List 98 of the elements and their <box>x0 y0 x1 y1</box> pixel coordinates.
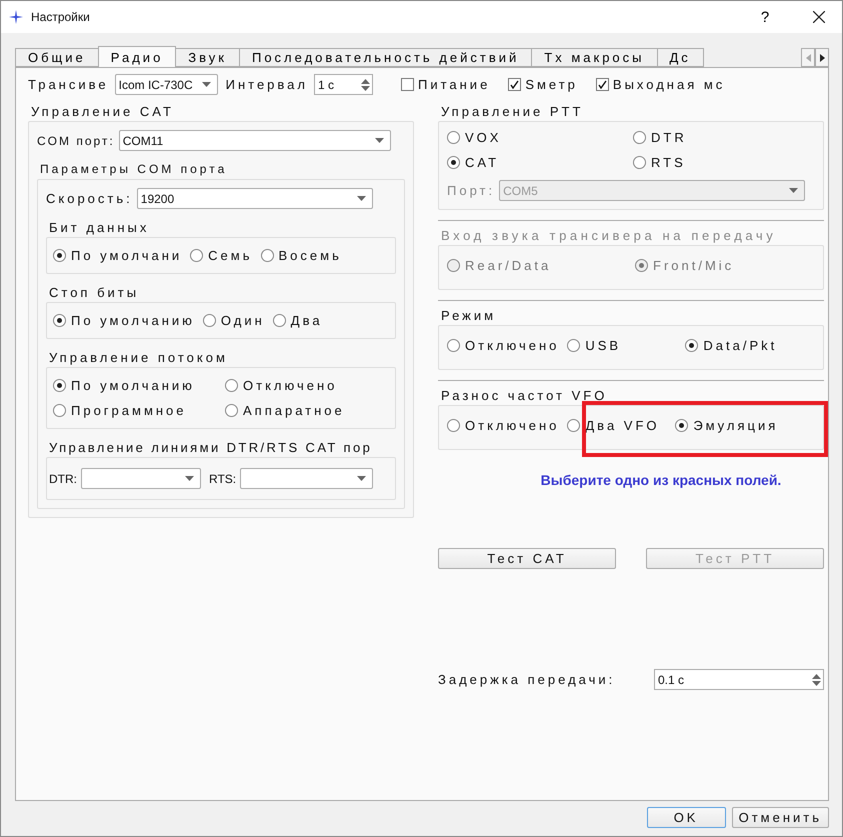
radio-label: DTR <box>651 130 687 145</box>
checkbox-label: Питание <box>418 77 490 92</box>
checkbox-label: Sметр <box>525 77 578 92</box>
radio-button[interactable] <box>272 314 286 327</box>
delay-label: Задержка передачи: <box>438 672 616 687</box>
speed-dropdown[interactable]: 19200 <box>136 188 373 209</box>
window-title: Настройки <box>31 10 91 24</box>
radio-label: По умолчани <box>71 248 182 263</box>
speed-label: Скорость: <box>46 191 133 206</box>
radio-label: Front/Mic <box>653 258 734 273</box>
checkbox[interactable] <box>508 78 522 91</box>
group-title: Вход звука трансивера на передачу <box>440 226 778 245</box>
close-icon <box>813 11 825 23</box>
radio-label: Восемь <box>278 248 342 263</box>
radio-button[interactable] <box>447 131 460 144</box>
tab[interactable]: Tx макросы <box>531 48 658 67</box>
group-title: Бит данных <box>48 218 150 237</box>
radio-label: RTS <box>651 155 686 170</box>
radio-label: CAT <box>465 155 500 170</box>
radio-label: Отключено <box>465 418 560 433</box>
radio-label: По умолчанию <box>71 313 195 328</box>
radio-label: Аппаратное <box>243 403 345 418</box>
checkbox[interactable] <box>596 78 609 91</box>
left-arrow-icon <box>806 54 810 62</box>
dialog-button[interactable]: OK <box>646 807 726 828</box>
radio-button[interactable] <box>633 156 646 169</box>
star-icon <box>9 10 23 24</box>
transceiver-label: Трансиве <box>28 77 109 92</box>
group-title: Разнос частот VFO <box>440 386 608 404</box>
tab[interactable]: Звук <box>175 48 240 67</box>
dtr-label: DTR: <box>49 472 77 486</box>
com-port-dropdown[interactable]: COM11 <box>118 130 391 151</box>
tab[interactable]: Общие <box>15 48 99 67</box>
radio-button[interactable] <box>225 379 238 392</box>
radio-button[interactable] <box>53 249 66 262</box>
rts-label: RTS: <box>209 472 236 486</box>
test-button[interactable]: Тест CAT <box>438 548 616 569</box>
delay-spinbox[interactable]: 0.1 с <box>654 669 824 690</box>
radio-label: Семь <box>208 248 253 263</box>
radio-label: Один <box>220 313 265 328</box>
right-arrow-icon <box>820 54 824 62</box>
tab[interactable]: Дс <box>656 48 704 67</box>
dtr-dropdown[interactable] <box>81 468 201 489</box>
port-label: Порт: <box>447 183 496 198</box>
dropdown-arrow-icon <box>356 196 366 201</box>
group-title: Управление CAT <box>30 102 175 121</box>
radio-button[interactable] <box>685 339 698 352</box>
radio-button[interactable] <box>225 404 238 417</box>
radio-label: По умолчанию <box>71 378 195 393</box>
interval-label: Интервал <box>226 77 308 92</box>
radio-label: Отключено <box>243 378 338 393</box>
dropdown-arrow-icon <box>789 188 798 193</box>
group-title: Управление PTT <box>440 102 584 121</box>
radio-label: Два <box>290 313 323 328</box>
rts-dropdown[interactable] <box>240 468 374 489</box>
radio-button[interactable] <box>633 131 646 144</box>
interval-spinbox[interactable]: 1 с <box>314 74 373 95</box>
group-title: Управление потоком <box>48 348 229 367</box>
spinner-arrows-icon[interactable] <box>360 78 370 92</box>
dropdown-arrow-icon <box>374 138 384 143</box>
help-button[interactable]: ? <box>742 1 788 33</box>
radio-button[interactable] <box>567 339 580 352</box>
checkbox-label: Выходная мс <box>612 77 726 92</box>
radio-label: Программное <box>71 403 187 418</box>
radio-label: Два VFO <box>585 418 660 433</box>
radio-label: Data/Pkt <box>703 338 778 353</box>
radio-label: Rear/Data <box>465 258 552 273</box>
scroll-right-button[interactable] <box>815 48 829 67</box>
instruction-message: Выберите одно из красных полей. <box>540 472 782 488</box>
dropdown-arrow-icon <box>185 476 194 481</box>
radio-button[interactable] <box>190 249 204 262</box>
com-port-label: COM порт: <box>37 134 115 148</box>
tab[interactable]: Радио <box>98 46 176 67</box>
radio-button[interactable] <box>447 156 460 169</box>
dropdown-arrow-icon <box>357 476 366 481</box>
radio-button[interactable] <box>675 419 688 432</box>
radio-button[interactable] <box>53 314 66 327</box>
radio-label: VOX <box>465 130 502 145</box>
radio-label: Отключено <box>465 338 560 353</box>
radio-button[interactable] <box>53 379 66 392</box>
spinner-arrows-icon[interactable] <box>812 672 821 686</box>
checkbox[interactable] <box>400 78 414 91</box>
group-title: Параметры COM порта <box>39 161 228 178</box>
radio-button[interactable] <box>202 314 216 327</box>
radio-label: USB <box>585 338 622 353</box>
dialog-button[interactable]: Отменить <box>732 807 829 828</box>
group-title: Режим <box>440 306 498 324</box>
radio-button[interactable] <box>567 419 580 432</box>
dropdown-arrow-icon <box>202 82 211 87</box>
transceiver-dropdown[interactable]: Icom IC-730C <box>114 74 218 95</box>
group-title: Управление линиями DTR/RTS CAT пор <box>48 438 374 457</box>
group-title: Стоп биты <box>48 284 140 302</box>
radio-button[interactable] <box>447 339 460 352</box>
tab[interactable]: Последовательность действий <box>238 48 532 67</box>
radio-button[interactable] <box>447 419 460 432</box>
radio-label: Эмуляция <box>693 418 778 433</box>
radio-button[interactable] <box>260 249 274 262</box>
radio-button[interactable] <box>53 404 66 417</box>
